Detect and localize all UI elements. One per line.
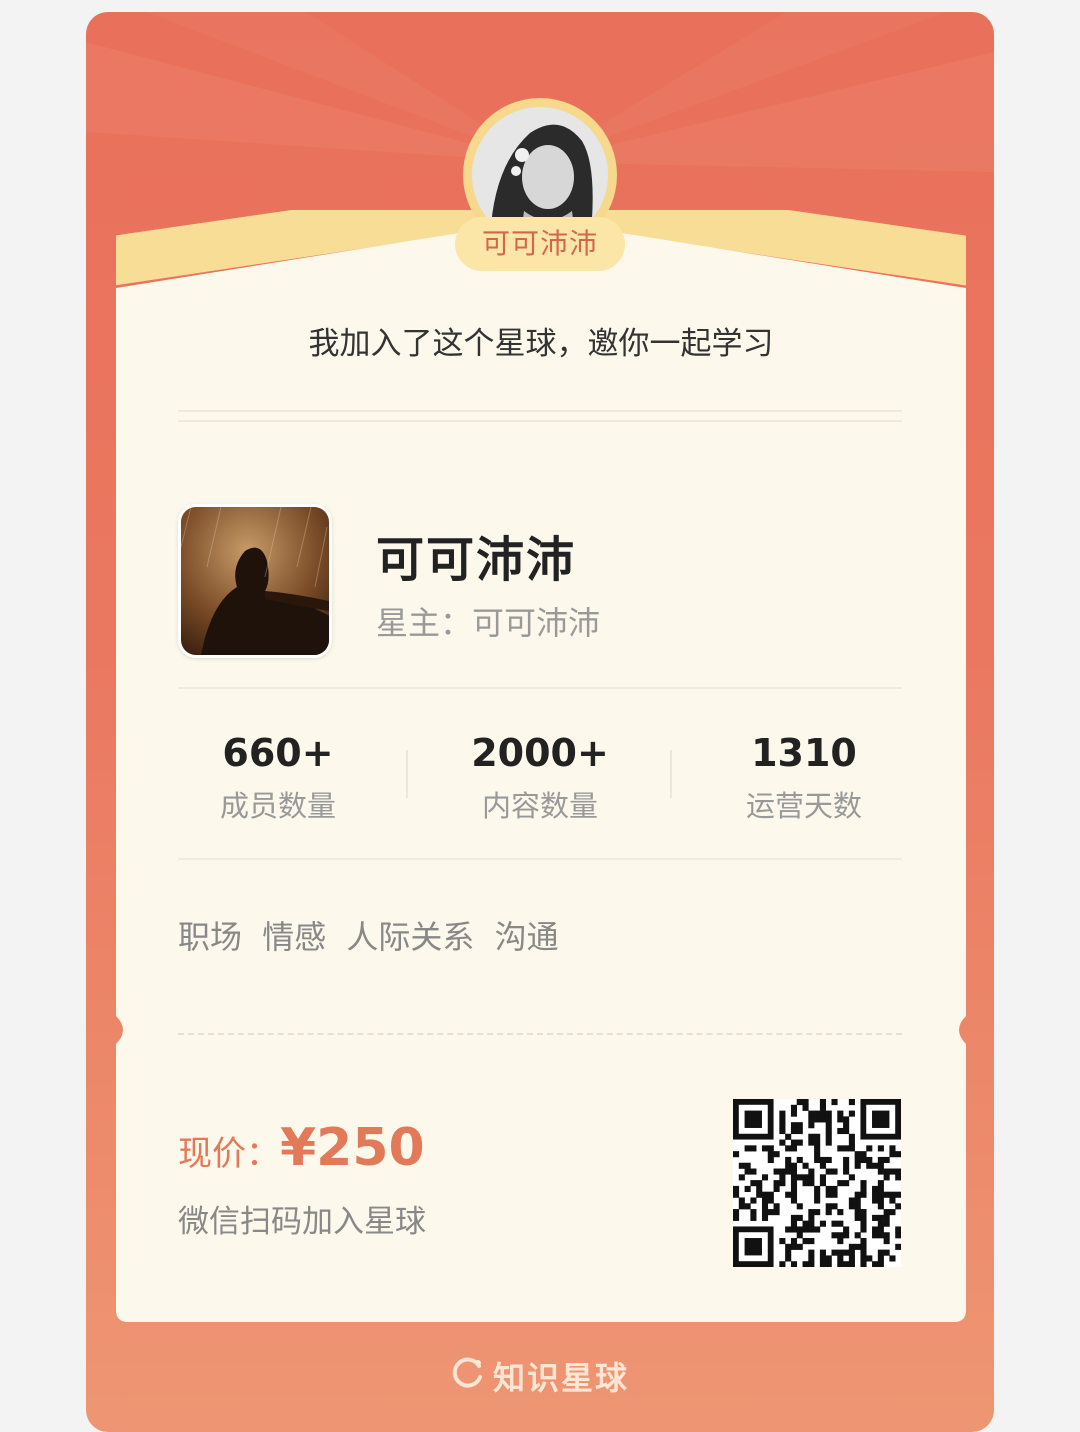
price-row: 现价：¥250	[178, 1118, 425, 1178]
price-value: ¥250	[280, 1118, 425, 1178]
tag-item: 人际关系	[346, 918, 475, 956]
stat-days: 1310 运营天数	[704, 720, 904, 826]
group-avatar[interactable]	[178, 504, 332, 658]
group-name: 可可沛沛	[376, 532, 577, 588]
stat-label: 内容数量	[481, 789, 598, 823]
brand-logo-icon	[451, 1355, 485, 1397]
stat-label: 成员数量	[219, 789, 336, 823]
stat-separator	[670, 750, 672, 798]
stat-members: 660+ 成员数量	[178, 720, 378, 826]
price-label: 现价：	[178, 1134, 280, 1174]
tag-item: 职场	[178, 918, 243, 956]
footer-brand: 知识星球	[0, 1353, 1080, 1399]
group-owner-label: 星主：	[376, 604, 473, 642]
invite-message: 我加入了这个星球，邀你一起学习	[308, 326, 774, 362]
stat-separator	[406, 750, 408, 798]
perforation-line	[178, 1033, 902, 1035]
group-divider	[178, 687, 902, 689]
group-owner: 星主：可可沛沛	[376, 598, 600, 644]
stat-value: 2000+	[471, 731, 609, 775]
group-owner-name: 可可沛沛	[472, 604, 601, 642]
tag-list: 职场 情感 人际关系 沟通	[178, 912, 569, 958]
owner-avatar[interactable]	[463, 98, 617, 252]
owner-name-badge: 可可沛沛	[455, 217, 625, 271]
tag-item: 情感	[262, 918, 327, 956]
brand-name: 知识星球	[492, 1359, 629, 1397]
stats-row: 660+ 成员数量 2000+ 内容数量 1310 运营天数	[178, 720, 902, 840]
stat-label: 运营天数	[745, 789, 862, 823]
stat-value: 660+	[222, 731, 334, 775]
qr-code[interactable]	[733, 1099, 902, 1268]
stat-contents: 2000+ 内容数量	[440, 720, 640, 826]
header-divider	[178, 410, 902, 422]
scan-instruction: 微信扫码加入星球	[178, 1204, 426, 1240]
stats-divider	[178, 858, 902, 860]
stat-value: 1310	[751, 731, 857, 775]
tag-item: 沟通	[494, 918, 559, 956]
